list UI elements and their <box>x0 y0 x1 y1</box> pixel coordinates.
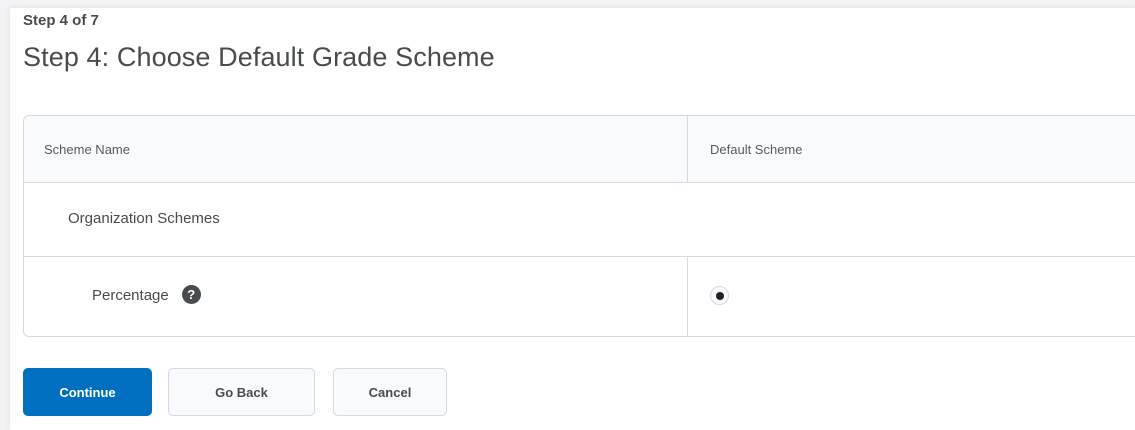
page-title: Step 4: Choose Default Grade Scheme <box>23 42 495 72</box>
scheme-name-percentage: Percentage <box>92 287 169 304</box>
column-divider <box>687 257 688 336</box>
grade-scheme-table: Scheme Name Default Scheme Organization … <box>23 115 1135 337</box>
default-scheme-radio-percentage[interactable] <box>710 286 729 305</box>
step-indicator: Step 4 of 7 <box>23 12 99 29</box>
go-back-button[interactable]: Go Back <box>168 368 315 416</box>
group-label-organization-schemes: Organization Schemes <box>68 210 220 227</box>
question-circle-icon[interactable]: ? <box>181 285 201 304</box>
column-header-scheme-name: Scheme Name <box>44 142 130 157</box>
column-divider <box>687 116 688 182</box>
cancel-button[interactable]: Cancel <box>333 368 447 416</box>
continue-button[interactable]: Continue <box>23 368 152 416</box>
radio-selected-icon <box>715 291 724 300</box>
column-header-default-scheme: Default Scheme <box>710 142 803 157</box>
scheme-name-cell: Percentage ? <box>92 285 201 304</box>
table-group-row: Organization Schemes <box>24 183 1135 257</box>
table-row: Percentage ? <box>24 257 1135 336</box>
table-header-row: Scheme Name Default Scheme <box>24 116 1135 183</box>
